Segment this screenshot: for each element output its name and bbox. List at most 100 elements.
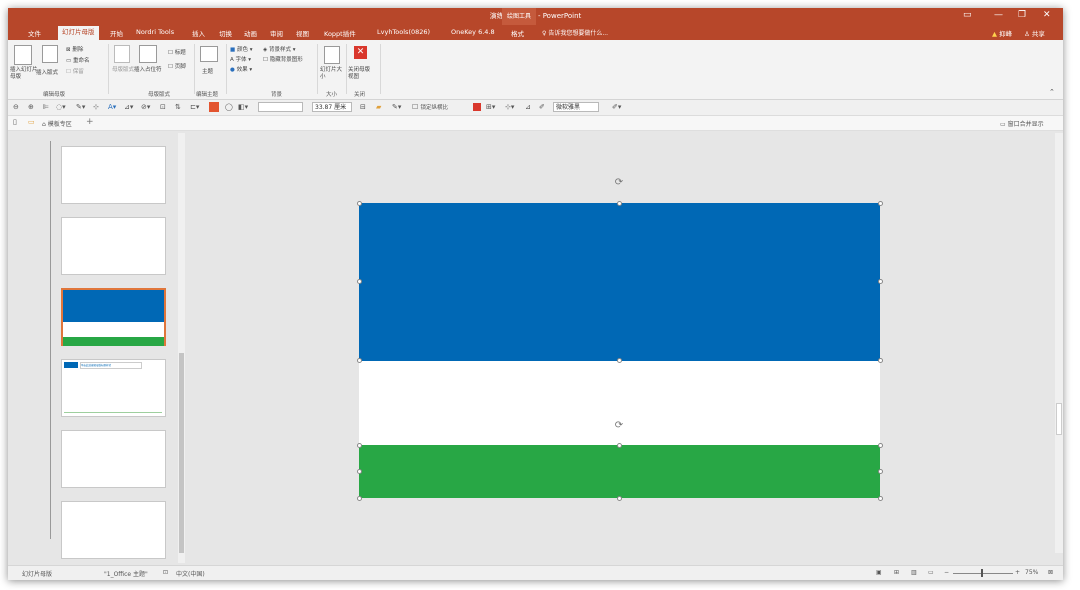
eyedropper-icon[interactable]: ✐ — [539, 103, 545, 111]
shape-outline-icon[interactable]: ✎▾ — [392, 103, 401, 111]
height-input[interactable] — [258, 102, 303, 112]
quick-tool-icon[interactable]: ⊕ — [28, 103, 34, 111]
insert-placeholder-label[interactable]: 插入占位符 — [134, 67, 164, 74]
window-merge-button[interactable]: ▭ 窗口合并显示 — [1000, 119, 1044, 128]
tab-onekey[interactable]: OneKey 6.4.8 — [451, 28, 495, 36]
zoom-slider-thumb[interactable] — [981, 569, 983, 577]
resize-handle[interactable] — [357, 201, 362, 206]
resize-handle[interactable] — [617, 358, 622, 363]
shape-effects-icon[interactable]: ⊘▾ — [141, 103, 150, 111]
insert-slide-master-icon[interactable] — [14, 45, 32, 65]
text-highlight-icon[interactable]: ⊿▾ — [124, 103, 133, 111]
insert-placeholder-icon[interactable] — [139, 45, 157, 63]
text-box-icon[interactable]: ⊡ — [160, 103, 166, 111]
fit-slide-icon[interactable]: ⊠ — [1048, 569, 1053, 576]
zoom-in-button[interactable]: + — [1015, 569, 1020, 576]
restore-button[interactable]: ❐ — [1018, 10, 1026, 20]
resize-handle[interactable] — [878, 279, 883, 284]
tab-transitions[interactable]: 切换 — [219, 28, 232, 38]
grid-icon[interactable]: ⊞▾ — [486, 103, 495, 111]
close-button[interactable]: ✕ — [1043, 10, 1051, 20]
themes-label[interactable]: 主题 — [202, 67, 213, 75]
resize-handle[interactable] — [357, 496, 362, 501]
tab-view[interactable]: 视图 — [296, 28, 309, 38]
blue-rectangle[interactable] — [359, 203, 880, 361]
folder-icon[interactable]: ▰ — [376, 103, 381, 111]
new-document-icon[interactable]: ▯ — [13, 118, 17, 126]
normal-view-icon[interactable]: ▣ — [876, 569, 882, 576]
format-painter-icon[interactable]: ⊿ — [525, 103, 531, 111]
collapse-ribbon-icon[interactable]: ⌃ — [1049, 88, 1055, 96]
align-icon[interactable]: ⊫ — [43, 103, 49, 111]
width-input[interactable]: 33.87 厘米 — [312, 102, 352, 112]
tab-format[interactable]: 格式 — [511, 28, 524, 38]
layout-thumbnail-selected[interactable] — [61, 288, 166, 346]
resize-handle[interactable] — [878, 443, 883, 448]
resize-handle[interactable] — [617, 201, 622, 206]
layout-thumbnail[interactable] — [61, 501, 166, 559]
tell-me-search[interactable]: ♀ 告诉我您想要做什么... — [542, 28, 608, 37]
master-layout-icon[interactable] — [114, 45, 130, 63]
text-direction-icon[interactable]: ⇅ — [175, 103, 181, 111]
tab-animations[interactable]: 动画 — [244, 28, 257, 38]
preserve-button[interactable]: ☐ 保留 — [66, 67, 84, 75]
add-tab-button[interactable]: + — [86, 117, 94, 127]
slide-sorter-icon[interactable]: ⊞ — [894, 569, 899, 576]
zoom-level[interactable]: 75% — [1025, 569, 1038, 576]
canvas-scrollbar[interactable] — [1055, 133, 1063, 553]
zoom-out-button[interactable]: − — [944, 569, 949, 576]
fill-color-icon[interactable] — [209, 102, 219, 112]
close-master-view-label[interactable]: 关闭母版视图 — [348, 67, 374, 81]
slide-size-label[interactable]: 幻灯片大小 — [320, 67, 344, 81]
canvas-scroll-thumb[interactable] — [1056, 403, 1062, 435]
background-styles-button[interactable]: ◈ 背景样式 ▾ — [263, 45, 296, 53]
status-language[interactable]: 中文(中国) — [176, 569, 205, 578]
insert-layout-label[interactable]: 插入版式 — [36, 68, 58, 76]
resize-handle[interactable] — [878, 496, 883, 501]
font-select[interactable]: 微软雅黑 — [553, 102, 599, 112]
white-rectangle[interactable] — [359, 361, 880, 445]
resize-handle[interactable] — [878, 358, 883, 363]
close-master-view-icon[interactable]: ✕ — [354, 46, 367, 59]
resize-handle[interactable] — [617, 443, 622, 448]
tab-insert[interactable]: 插入 — [192, 28, 205, 38]
warning-account[interactable]: ▲ 抑峰 — [992, 28, 1012, 38]
insert-layout-icon[interactable] — [42, 45, 58, 63]
themes-icon[interactable] — [200, 46, 218, 62]
fonts-button[interactable]: A 字体 ▾ — [230, 55, 251, 63]
rotate-handle-icon[interactable]: ⟳ — [614, 421, 624, 431]
more-options-icon[interactable]: ✐▾ — [612, 103, 621, 111]
spell-check-icon[interactable]: ⊡ — [163, 569, 168, 576]
delete-shape-icon[interactable] — [473, 103, 481, 111]
resize-handle[interactable] — [357, 443, 362, 448]
thumbnail-scroll-thumb[interactable] — [179, 353, 184, 553]
footer-checkbox[interactable]: ☐ 页脚 — [168, 62, 186, 70]
resize-handle[interactable] — [617, 496, 622, 501]
layout-thumbnail[interactable] — [61, 430, 166, 488]
resize-handle[interactable] — [357, 469, 362, 474]
share-button[interactable]: ♙ 共享 — [1024, 28, 1045, 38]
master-layout-label[interactable]: 母版版式 — [112, 67, 134, 74]
layout-thumbnail[interactable]: 单击此处编辑母版标题样式 — [61, 359, 166, 417]
tab-nordri-tools[interactable]: Nordri Tools — [136, 28, 174, 36]
title-checkbox[interactable]: ☐ 标题 — [168, 48, 186, 56]
hide-background-checkbox[interactable]: ☐ 隐藏背景图形 — [263, 55, 303, 63]
layout-thumbnail[interactable] — [61, 146, 166, 204]
colors-button[interactable]: ■ 颜色 ▾ — [230, 45, 252, 53]
connector-icon[interactable]: ⊹ — [93, 103, 99, 111]
lock-aspect-checkbox[interactable]: ☐ 锁定纵横比 — [412, 103, 448, 111]
pen-icon[interactable]: ✎▾ — [76, 103, 85, 111]
shape-icon[interactable]: ◌▾ — [56, 103, 66, 111]
group-shapes-icon[interactable]: ⊹▾ — [505, 103, 514, 111]
zoom-slider[interactable] — [953, 573, 1013, 574]
outline-icon[interactable]: ◯ — [225, 103, 233, 111]
reading-view-icon[interactable]: ▥ — [911, 569, 917, 576]
tab-review[interactable]: 审阅 — [270, 28, 283, 38]
ribbon-display-options-icon[interactable]: ▭ — [963, 10, 972, 20]
align-text-icon[interactable]: ⊏▾ — [190, 103, 199, 111]
resize-handle[interactable] — [357, 279, 362, 284]
tab-slide-master[interactable]: 幻灯片母版 — [58, 26, 99, 40]
tab-koppt[interactable]: Koppt插件 — [324, 28, 356, 38]
layout-thumbnail[interactable] — [61, 217, 166, 275]
tab-home[interactable]: 开始 — [110, 28, 123, 38]
